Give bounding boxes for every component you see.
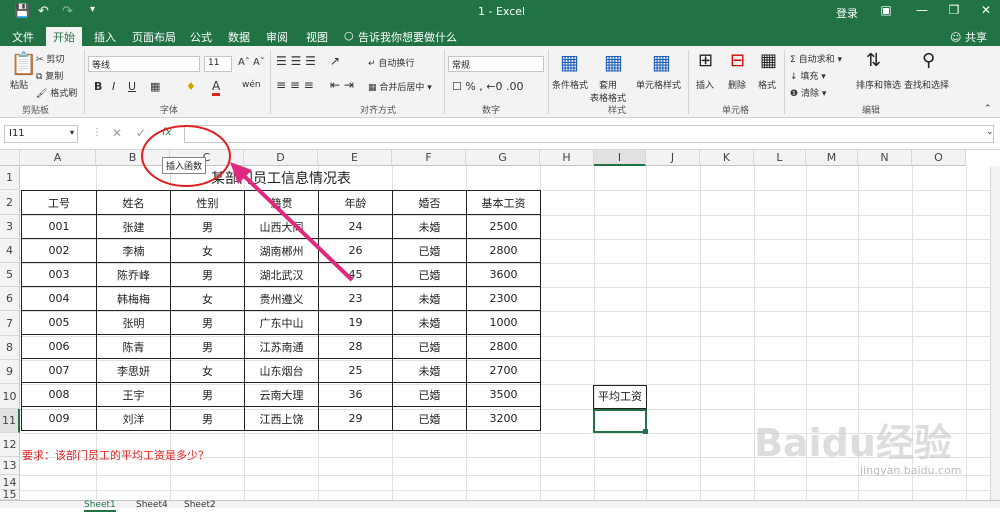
watermark-url: jingyan.baidu.com [860,464,962,477]
sheet-tab-sheet1[interactable]: Sheet1 [84,500,116,512]
vertical-scrollbar[interactable] [990,166,1000,500]
highlight-circle [141,125,231,187]
pointer-arrow-shaft [238,170,354,282]
sheet-tab-sheet4[interactable]: Sheet4 [136,500,168,510]
sheet-tabs-bar: Sheet1 Sheet4 Sheet2 [0,500,1000,512]
insert-function-tooltip: 插入函数 [162,157,207,174]
sheet-tab-sheet2[interactable]: Sheet2 [184,500,216,510]
watermark-logo: Baidu经验 [754,421,952,465]
